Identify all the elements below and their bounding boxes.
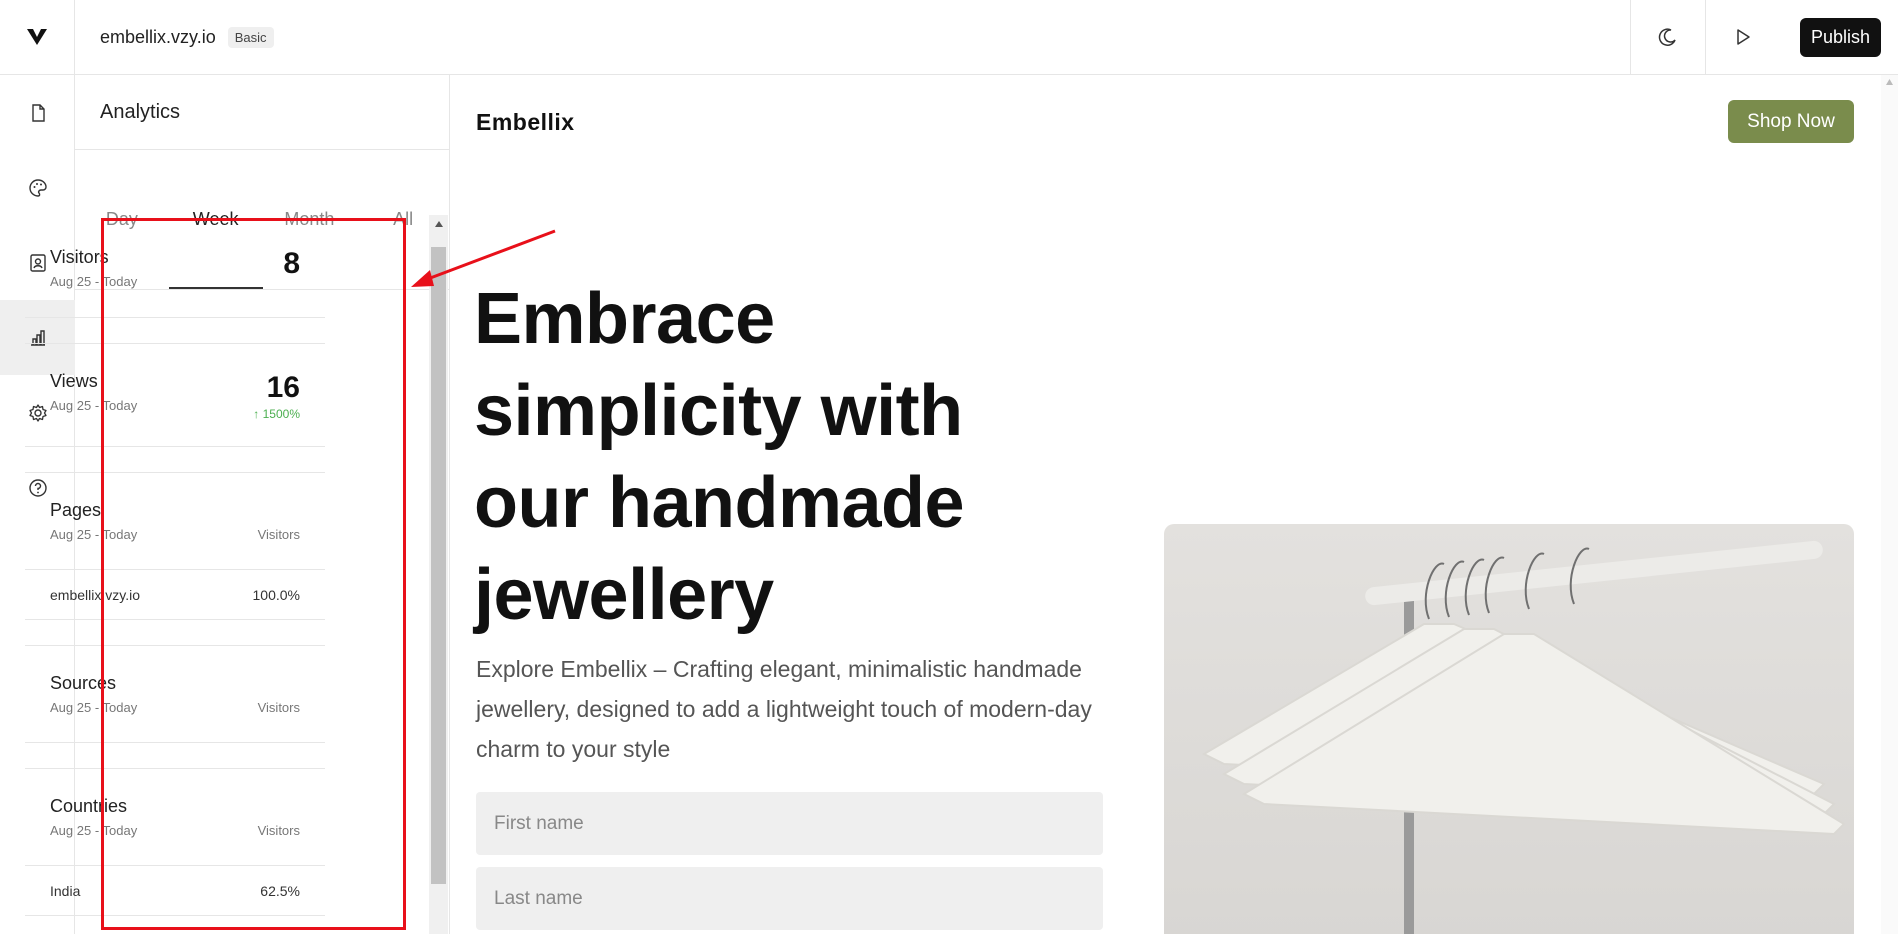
dark-mode-button[interactable]	[1629, 0, 1705, 75]
app-logo[interactable]	[0, 0, 75, 75]
top-bar: embellix.vzy.io Basic Publish	[0, 0, 1898, 75]
countries-column-label: Visitors	[257, 823, 300, 838]
scroll-up-arrow-icon[interactable]	[429, 215, 448, 245]
first-name-field[interactable]	[476, 792, 1103, 855]
panel-scrollbar[interactable]	[429, 215, 448, 934]
site-preview: Embellix Shop Now Embrace simplicity wit…	[451, 75, 1898, 934]
pages-range: Aug 25 - Today	[50, 527, 138, 542]
last-name-field[interactable]	[476, 867, 1103, 930]
arrow-up-icon: ↑	[253, 407, 263, 421]
countries-range: Aug 25 - Today	[50, 823, 138, 838]
hero-intro: Explore Embellix – Crafting elegant, min…	[476, 656, 1092, 762]
countries-card: Countries Aug 25 - Today Visitors India …	[25, 768, 325, 916]
rail-design-button[interactable]	[0, 150, 75, 225]
rail-pages-button[interactable]	[0, 75, 75, 150]
page-value: 100.0%	[252, 586, 300, 603]
table-row: embellix.vzy.io 100.0%	[25, 569, 325, 619]
country-label: India	[50, 882, 81, 899]
panel-title: Analytics	[75, 75, 449, 150]
top-actions: Publish	[1629, 0, 1898, 75]
views-delta-value: 1500%	[262, 407, 300, 421]
page-label: embellix.vzy.io	[50, 586, 140, 603]
hero-image	[1164, 524, 1854, 934]
sources-title: Sources	[50, 673, 117, 693]
publish-button[interactable]: Publish	[1799, 17, 1881, 57]
stats-list: Visitors Aug 25 - Today 8 Views Aug 25 -…	[25, 220, 325, 928]
clothes-rack-image	[1201, 540, 1846, 934]
play-icon	[1737, 29, 1750, 45]
views-range: Aug 25 - Today	[50, 398, 138, 413]
sources-column-label: Visitors	[257, 700, 300, 715]
site-brand[interactable]: Embellix	[476, 109, 575, 136]
visitors-range: Aug 25 - Today	[50, 274, 138, 289]
visitors-title: Visitors	[50, 247, 109, 267]
pages-column-label: Visitors	[257, 527, 300, 542]
sources-card: Sources Aug 25 - Today Visitors	[25, 645, 325, 743]
pages-card: Pages Aug 25 - Today Visitors embellix.v…	[25, 472, 325, 620]
site-name[interactable]: embellix.vzy.io	[100, 27, 216, 48]
countries-title: Countries	[50, 796, 128, 816]
views-delta: ↑ 1500%	[253, 407, 300, 421]
visitors-card: Visitors Aug 25 - Today 8	[25, 220, 325, 318]
visitors-count: 8	[283, 247, 300, 280]
country-value: 62.5%	[260, 882, 300, 899]
pages-title: Pages	[50, 500, 102, 520]
table-row: India 62.5%	[25, 865, 325, 915]
page-icon	[31, 103, 45, 122]
preview-button[interactable]	[1704, 0, 1780, 75]
views-count: 16	[266, 371, 300, 404]
v-logo-icon	[27, 29, 47, 45]
views-card: Views Aug 25 - Today 16 ↑ 1500%	[25, 343, 325, 447]
views-title: Views	[50, 371, 98, 391]
moon-icon	[1658, 28, 1676, 46]
plan-badge: Basic	[227, 26, 274, 48]
shop-now-button[interactable]: Shop Now	[1728, 100, 1854, 143]
scroll-thumb[interactable]	[431, 247, 446, 884]
preview-scrollbar[interactable]	[1881, 75, 1898, 934]
sources-range: Aug 25 - Today	[50, 700, 138, 715]
hero-headline: Embrace simplicity with our handmade jew…	[474, 279, 965, 635]
palette-icon	[28, 178, 47, 197]
